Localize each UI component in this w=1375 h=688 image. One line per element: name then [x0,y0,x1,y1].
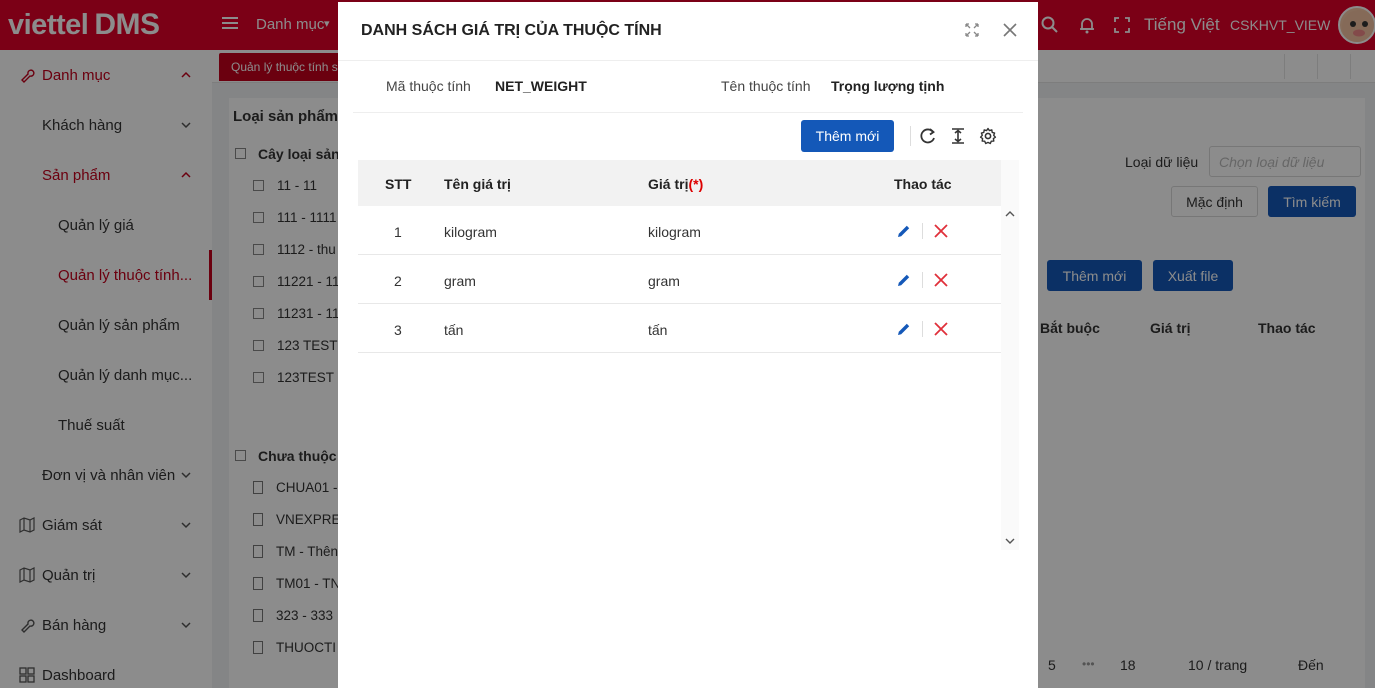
gear-icon[interactable] [979,127,997,145]
table-row: 3 tấn tấn [358,304,1001,353]
scroll-down-icon[interactable] [1005,537,1015,545]
attribute-values-modal: DANH SÁCH GIÁ TRỊ CỦA THUỘC TÍNH Mã thuộ… [338,2,1038,688]
cell-value: gram [648,273,680,289]
divider [338,60,1038,61]
divider [922,321,923,337]
refresh-icon[interactable] [919,127,937,145]
cell-stt: 1 [394,224,402,240]
column-value-label: Giá trị [648,176,689,192]
attr-name-label: Tên thuộc tính [721,78,811,94]
column-value: Giá trị(*) [648,176,703,192]
delete-icon[interactable] [933,272,949,288]
cell-value: tấn [648,322,668,338]
divider [353,112,1023,113]
edit-icon[interactable] [897,224,911,238]
delete-icon[interactable] [933,223,949,239]
modal-title: DANH SÁCH GIÁ TRỊ CỦA THUỘC TÍNH [361,22,662,39]
cell-name: gram [444,273,476,289]
table-scrollbar[interactable] [1001,160,1019,550]
cell-value: kilogram [648,224,701,240]
divider [910,126,911,146]
table-header: STT Tên giá trị Giá trị(*) Thao tác [358,160,1001,206]
cell-name: tấn [444,322,464,338]
required-marker: (*) [688,176,704,192]
column-stt: STT [385,176,412,192]
scroll-up-icon[interactable] [1005,210,1015,218]
column-height-icon[interactable] [949,127,967,145]
cell-stt: 3 [394,322,402,338]
table-row: 1 kilogram kilogram [358,206,1001,255]
edit-icon[interactable] [897,273,911,287]
divider [922,223,923,239]
attr-name-value: Trọng lượng tịnh [831,78,945,94]
attr-code-value: NET_WEIGHT [495,78,587,94]
column-name: Tên giá trị [444,176,511,192]
add-value-button[interactable]: Thêm mới [801,120,894,152]
close-icon[interactable] [1002,22,1018,38]
table-row: 2 gram gram [358,255,1001,304]
column-action: Thao tác [894,176,952,192]
expand-icon[interactable] [964,22,980,38]
cell-stt: 2 [394,273,402,289]
attr-code-label: Mã thuộc tính [386,78,471,94]
edit-icon[interactable] [897,322,911,336]
cell-name: kilogram [444,224,497,240]
divider [922,272,923,288]
values-table: STT Tên giá trị Giá trị(*) Thao tác 1 ki… [358,160,1019,550]
delete-icon[interactable] [933,321,949,337]
